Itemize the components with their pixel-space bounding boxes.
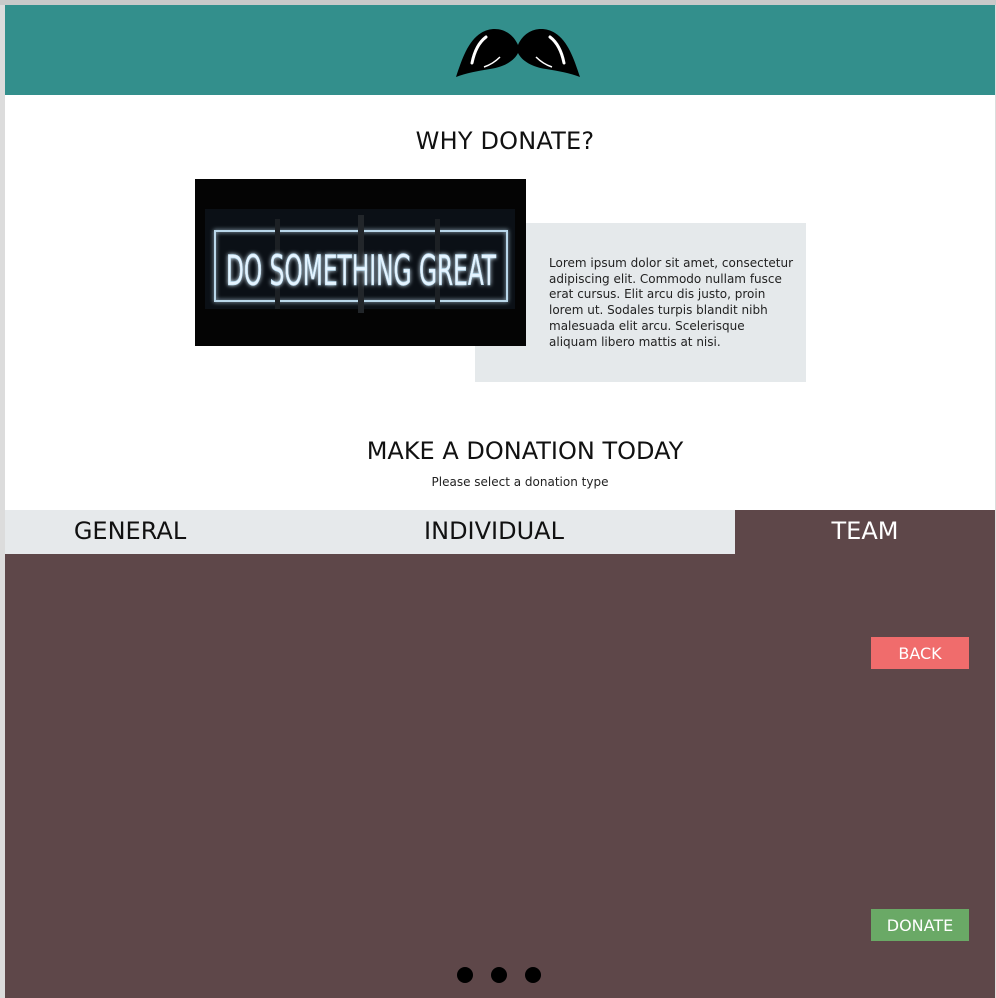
tab-individual[interactable]: INDIVIDUAL xyxy=(265,510,723,554)
neon-sign-image: DO SOMETHING GREAT xyxy=(195,179,526,346)
mustache-icon[interactable] xyxy=(456,23,581,79)
donation-type-tabs: GENERAL INDIVIDUAL TEAM xyxy=(5,510,995,554)
carousel-dot[interactable] xyxy=(457,967,473,983)
donate-button[interactable]: DONATE xyxy=(871,909,969,941)
donation-type-subtitle: Please select a donation type xyxy=(431,475,609,489)
why-donate-text: Lorem ipsum dolor sit amet, consectetur … xyxy=(549,256,794,349)
header xyxy=(5,5,995,95)
carousel-dots xyxy=(457,967,557,985)
make-donation-heading: MAKE A DONATION TODAY xyxy=(366,437,684,465)
tab-general[interactable]: GENERAL xyxy=(5,510,255,554)
carousel-dot[interactable] xyxy=(525,967,541,983)
back-button[interactable]: BACK xyxy=(871,637,969,669)
carousel-dot[interactable] xyxy=(491,967,507,983)
neon-sign-text: DO SOMETHING GREAT xyxy=(226,246,497,295)
why-donate-heading: WHY DONATE? xyxy=(415,127,595,155)
page: WHY DONATE? Lorem ipsum dolor sit amet, … xyxy=(5,5,995,998)
team-donation-panel: BACK DONATE xyxy=(5,554,995,998)
tab-team[interactable]: TEAM xyxy=(735,510,995,554)
